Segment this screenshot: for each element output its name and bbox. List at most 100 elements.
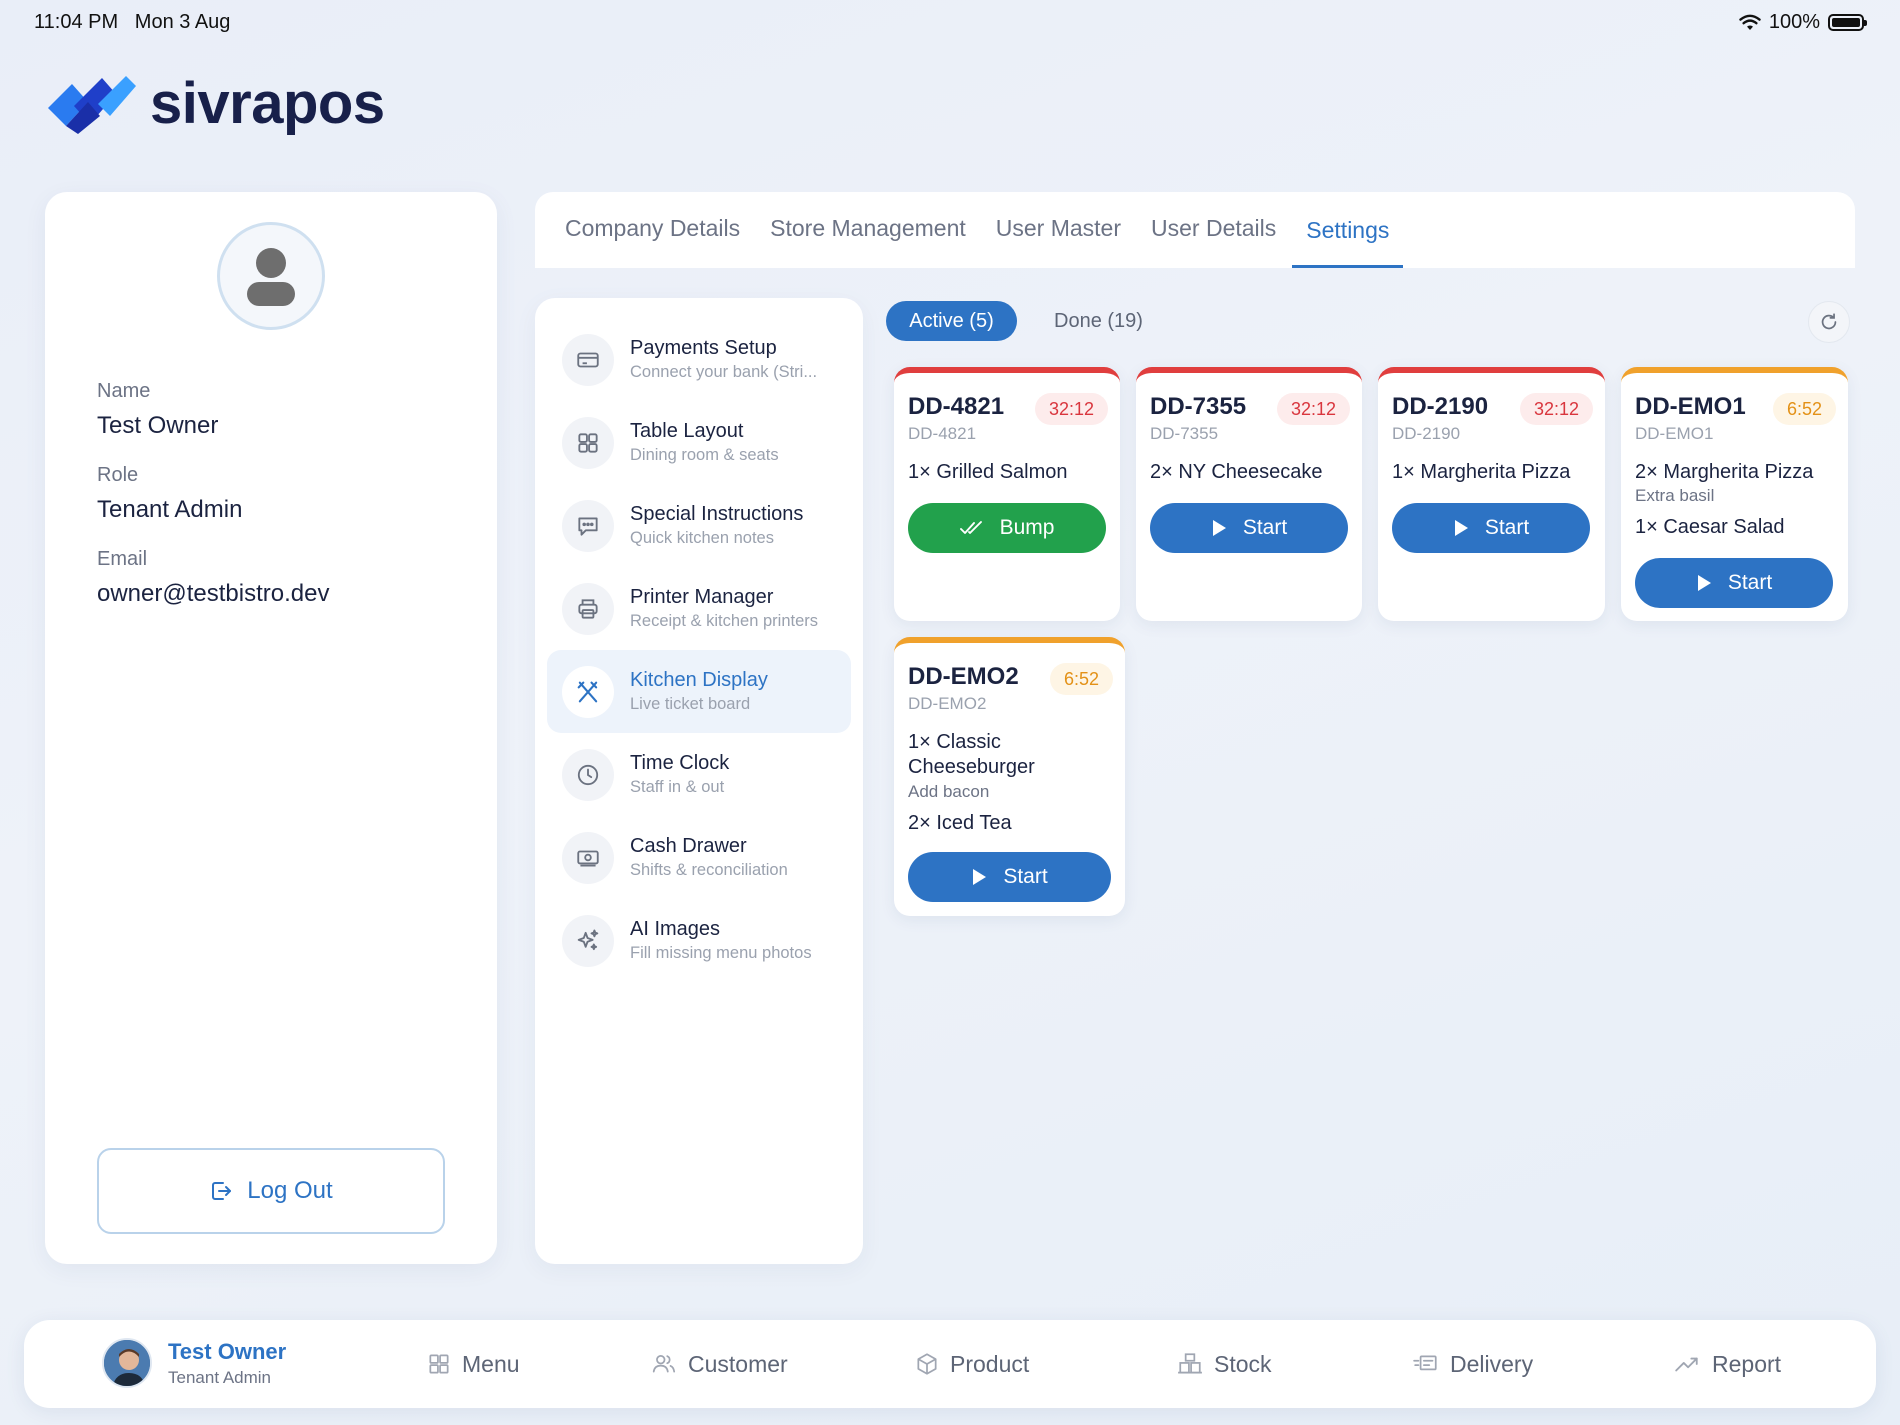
ticket-id: DD-4821 (908, 393, 1005, 420)
menu-title: Time Clock (630, 752, 730, 774)
logout-icon (212, 1182, 232, 1200)
start-label: Start (1003, 865, 1048, 888)
profile-avatar (217, 222, 325, 330)
menu-item-payments-setup[interactable]: Payments Setup Connect your bank (Stri... (547, 318, 851, 401)
refresh-button[interactable] (1808, 301, 1850, 343)
bump-button[interactable]: Bump (908, 503, 1106, 553)
menu-item-special-instructions[interactable]: Special Instructions Quick kitchen notes (547, 484, 851, 567)
menu-title: Cash Drawer (630, 835, 747, 857)
printer-icon (578, 598, 598, 619)
start-label: Start (1242, 516, 1288, 539)
ticket-item: 2× Iced Tea (908, 812, 1012, 834)
start-button[interactable]: Start (1392, 503, 1590, 553)
tab-company-details[interactable]: Company Details (565, 192, 740, 268)
menu-subtitle: Shifts & reconciliation (630, 861, 788, 879)
menu-item-table-layout[interactable]: Table Layout Dining room & seats (547, 401, 851, 484)
filter-active-button[interactable]: Active (5) (886, 301, 1017, 341)
menu-title: AI Images (630, 918, 721, 940)
wifi-icon (1739, 14, 1761, 30)
brand-logo: sivrapos (44, 68, 385, 138)
play-icon (973, 869, 987, 885)
email-label: Email (97, 548, 148, 570)
menu-item-time-clock[interactable]: Time Clock Staff in & out (547, 733, 851, 816)
role-value: Tenant Admin (97, 496, 243, 523)
nav-item-delivery[interactable]: Delivery (1412, 1320, 1533, 1408)
filter-done-button[interactable]: Done (19) (1054, 301, 1143, 341)
email-value: owner@testbistro.dev (97, 580, 330, 607)
nav-item-report[interactable]: Report (1672, 1320, 1781, 1408)
nav-user-role: Tenant Admin (168, 1367, 272, 1387)
brand-name: sivrapos (150, 70, 385, 136)
ticket-subtitle: DD-EMO2 (908, 694, 987, 713)
name-value: Test Owner (97, 412, 219, 439)
ticket-timer: 32:12 (1276, 393, 1350, 425)
role-label: Role (97, 464, 139, 486)
ticket-card: DD-2190 DD-2190 32:12 1× Margherita Pizz… (1378, 367, 1605, 621)
sparkle-icon (577, 929, 599, 950)
cash-icon (577, 850, 599, 867)
chat-icon (578, 516, 598, 536)
user-avatar (102, 1338, 152, 1388)
ticket-timer: 32:12 (1519, 393, 1593, 425)
nav-item-menu[interactable]: Menu (426, 1320, 520, 1408)
ticket-card: DD-EMO2 DD-EMO2 6:52 1× Classic Cheesebu… (894, 637, 1125, 916)
play-icon (1697, 575, 1711, 591)
warehouse-icon (1178, 1353, 1202, 1374)
clock-icon (577, 764, 599, 785)
menu-title: Payments Setup (630, 337, 777, 359)
start-button[interactable]: Start (908, 852, 1111, 902)
start-label: Start (1727, 571, 1773, 594)
ticket-item: 1× Grilled Salmon (908, 461, 1068, 483)
menu-subtitle: Staff in & out (630, 778, 725, 796)
trend-icon (1675, 1357, 1698, 1372)
menu-title: Kitchen Display (630, 669, 768, 691)
delivery-icon (1413, 1355, 1437, 1371)
battery-percent: 100% (1768, 11, 1820, 33)
start-button[interactable]: Start (1635, 558, 1833, 608)
box-icon (917, 1353, 937, 1375)
nav-label: Stock (1214, 1350, 1272, 1377)
ticket-card: DD-4821 DD-4821 32:12 1× Grilled Salmon … (894, 367, 1120, 621)
ticket-item: 2× NY Cheesecake (1150, 461, 1323, 483)
grid-icon (578, 432, 598, 453)
menu-item-printer-manager[interactable]: Printer Manager Receipt & kitchen printer… (547, 567, 851, 650)
ticket-subtitle: DD-2190 (1392, 424, 1461, 443)
menu-subtitle: Connect your bank (Stri... (630, 363, 818, 381)
status-time: 11:04 PM Mon 3 Aug (34, 11, 230, 34)
ticket-id: DD-EMO2 (908, 663, 1019, 690)
menu-title: Table Layout (630, 420, 744, 442)
nav-item-customer[interactable]: Customer (650, 1320, 788, 1408)
clock-time: 11:04 PM (34, 11, 119, 33)
start-button[interactable]: Start (1150, 503, 1348, 553)
tab-user-details[interactable]: User Details (1151, 192, 1276, 268)
tab-store-management[interactable]: Store Management (770, 192, 966, 268)
tab-user-master[interactable]: User Master (996, 192, 1121, 268)
name-label: Name (97, 380, 151, 402)
ticket-subtitle: DD-EMO1 (1635, 424, 1714, 443)
user-silhouette-icon (247, 248, 295, 306)
ticket-item-note: Add bacon (908, 782, 990, 801)
tab-settings[interactable]: Settings (1292, 192, 1404, 268)
utensils-icon (577, 681, 598, 702)
logout-button[interactable]: Log Out (97, 1148, 445, 1234)
ticket-item: 1× Caesar Salad (1635, 516, 1785, 538)
nav-label: Product (950, 1350, 1030, 1377)
menu-item-ai-images[interactable]: AI Images Fill missing menu photos (547, 899, 851, 982)
ticket-card: DD-EMO1 DD-EMO1 6:52 2× Margherita Pizza… (1621, 367, 1848, 621)
status-indicators: 100% (1739, 11, 1867, 34)
nav-item-product[interactable]: Product (914, 1320, 1029, 1408)
nav-user[interactable]: Test Owner Tenant Admin (102, 1338, 286, 1388)
ticket-item: 1× Margherita Pizza (1392, 461, 1571, 483)
logout-label: Log Out (247, 1177, 333, 1204)
ticket-item-note: Extra basil (1635, 486, 1715, 505)
ticket-timer: 32:12 (1034, 393, 1108, 425)
menu-item-kitchen-display[interactable]: Kitchen Display Live ticket board (547, 650, 851, 733)
profile-card: Name Test Owner Role Tenant Admin Email … (45, 192, 497, 1264)
menu-subtitle: Receipt & kitchen printers (630, 612, 819, 630)
menu-item-cash-drawer[interactable]: Cash Drawer Shifts & reconciliation (547, 816, 851, 899)
nav-item-stock[interactable]: Stock (1176, 1320, 1272, 1408)
menu-subtitle: Fill missing menu photos (630, 944, 812, 962)
refresh-icon (1821, 313, 1837, 330)
nav-label: Customer (688, 1350, 788, 1377)
bottom-nav: Test Owner Tenant Admin Menu Customer Pr… (24, 1320, 1876, 1408)
